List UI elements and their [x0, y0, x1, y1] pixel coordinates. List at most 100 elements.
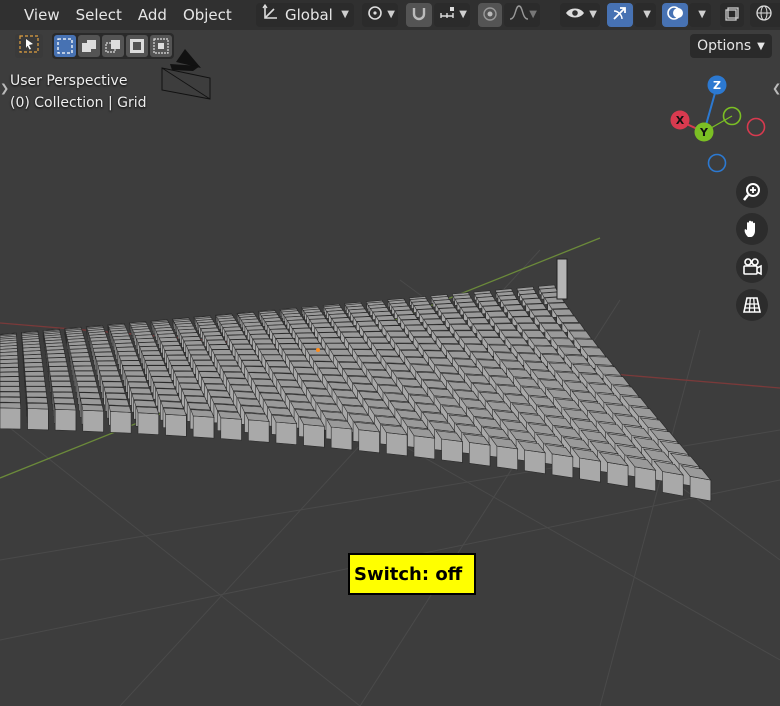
- navigation-gizmo[interactable]: Z X Y: [666, 72, 772, 178]
- block-top: [238, 354, 260, 361]
- block-top: [460, 306, 481, 313]
- block-top: [311, 322, 333, 328]
- block-top: [526, 303, 547, 310]
- visibility-dropdown[interactable]: ▼: [560, 3, 600, 27]
- block-top: [522, 297, 543, 305]
- block-front: [551, 453, 574, 479]
- block-top: [497, 294, 518, 301]
- sidebar-expand-arrow-icon[interactable]: ❮: [772, 82, 780, 95]
- block-front: [579, 457, 601, 483]
- block-top: [241, 360, 264, 367]
- block-top: [163, 407, 187, 416]
- proportional-editing-toggle[interactable]: [478, 3, 502, 27]
- block-top: [190, 409, 215, 418]
- block-top: [95, 355, 115, 362]
- block-top: [240, 405, 266, 415]
- block-top: [281, 386, 306, 395]
- select-subtract-button[interactable]: [102, 35, 124, 57]
- pan-view-button[interactable]: [736, 213, 768, 245]
- block-grid-mesh[interactable]: [0, 284, 712, 502]
- block-top: [108, 405, 132, 413]
- pillar-object[interactable]: [556, 258, 568, 300]
- block-top: [267, 324, 288, 330]
- block-top: [158, 336, 179, 343]
- gizmo-neg-x-handle[interactable]: [746, 117, 766, 137]
- select-box-tool-button[interactable]: [15, 34, 43, 58]
- gizmo-dropdown[interactable]: ▼: [634, 3, 656, 27]
- block-top: [334, 321, 355, 328]
- block-top: [338, 361, 362, 370]
- shading-wireframe-button[interactable]: [750, 3, 780, 27]
- block-top: [309, 318, 329, 324]
- block-top: [255, 385, 280, 394]
- block-front: [634, 466, 656, 492]
- block-top: [0, 367, 19, 373]
- camera-view-button[interactable]: [736, 251, 768, 283]
- block-top: [321, 337, 344, 344]
- block-top: [173, 370, 196, 378]
- select-invert-button[interactable]: [126, 35, 148, 57]
- chevron-down-icon: ▼: [757, 40, 765, 52]
- block-top: [210, 396, 235, 405]
- block-top: [193, 359, 215, 366]
- wireframe-sphere-icon: [755, 4, 773, 26]
- block-top: [404, 324, 427, 331]
- block-top: [427, 324, 450, 331]
- gizmo-toggle[interactable]: [607, 3, 633, 27]
- block-top: [217, 410, 242, 420]
- block-front: [468, 442, 491, 467]
- block-top: [148, 370, 171, 377]
- toggle-projection-button[interactable]: [736, 289, 768, 321]
- menu-select[interactable]: Select: [68, 0, 130, 30]
- block-top: [207, 390, 231, 398]
- block-top: [490, 316, 512, 324]
- block-top: [394, 309, 415, 316]
- block-top: [122, 365, 144, 371]
- block-top: [47, 357, 67, 363]
- toolbar-expand-arrow-icon[interactable]: ❯: [0, 82, 9, 95]
- select-extend-button[interactable]: [78, 35, 100, 57]
- block-top: [285, 393, 310, 403]
- snap-target-dropdown[interactable]: ▼: [434, 3, 470, 27]
- block-top: [375, 315, 396, 321]
- block-top: [297, 373, 322, 382]
- select-intersect-button[interactable]: [150, 35, 172, 57]
- zoom-view-button[interactable]: [736, 176, 768, 208]
- gizmo-neg-z-handle[interactable]: [707, 153, 727, 173]
- block-top: [265, 360, 288, 368]
- menu-object[interactable]: Object: [175, 0, 240, 30]
- block-top: [329, 349, 352, 356]
- block-top: [277, 379, 301, 388]
- block-front: [662, 471, 684, 497]
- chevron-down-icon: ▼: [643, 9, 651, 20]
- block-top: [168, 359, 190, 366]
- proportional-falloff-dropdown[interactable]: ▼: [504, 3, 540, 27]
- overlays-dropdown[interactable]: ▼: [689, 3, 711, 27]
- options-dropdown[interactable]: Options ▼: [690, 34, 772, 58]
- gizmo-x-label: X: [676, 114, 685, 127]
- xray-toggle[interactable]: [720, 3, 744, 27]
- block-top: [467, 317, 490, 324]
- view-perspective-label: User Perspective: [10, 73, 128, 89]
- zoom-in-icon: [742, 183, 760, 201]
- gizmo-z-label: Z: [713, 79, 721, 92]
- block-top: [206, 339, 227, 345]
- overlays-toggle[interactable]: [662, 3, 688, 27]
- block-top: [204, 383, 228, 391]
- transform-orientation-dropdown[interactable]: Global ▼: [256, 3, 354, 27]
- block-top: [508, 310, 530, 317]
- menu-view[interactable]: View: [0, 0, 68, 30]
- block-top: [278, 343, 301, 350]
- chevron-down-icon: ▼: [387, 9, 395, 20]
- snap-toggle[interactable]: [406, 3, 432, 27]
- pivot-point-dropdown[interactable]: ▼: [362, 3, 398, 27]
- block-top: [378, 320, 400, 326]
- block-top: [397, 314, 419, 321]
- block-top: [350, 312, 371, 318]
- block-top: [500, 299, 521, 306]
- block-top: [344, 337, 367, 344]
- menu-add[interactable]: Add: [130, 0, 175, 30]
- hand-icon: [744, 220, 755, 237]
- select-new-button[interactable]: [54, 35, 76, 57]
- block-top: [273, 372, 297, 381]
